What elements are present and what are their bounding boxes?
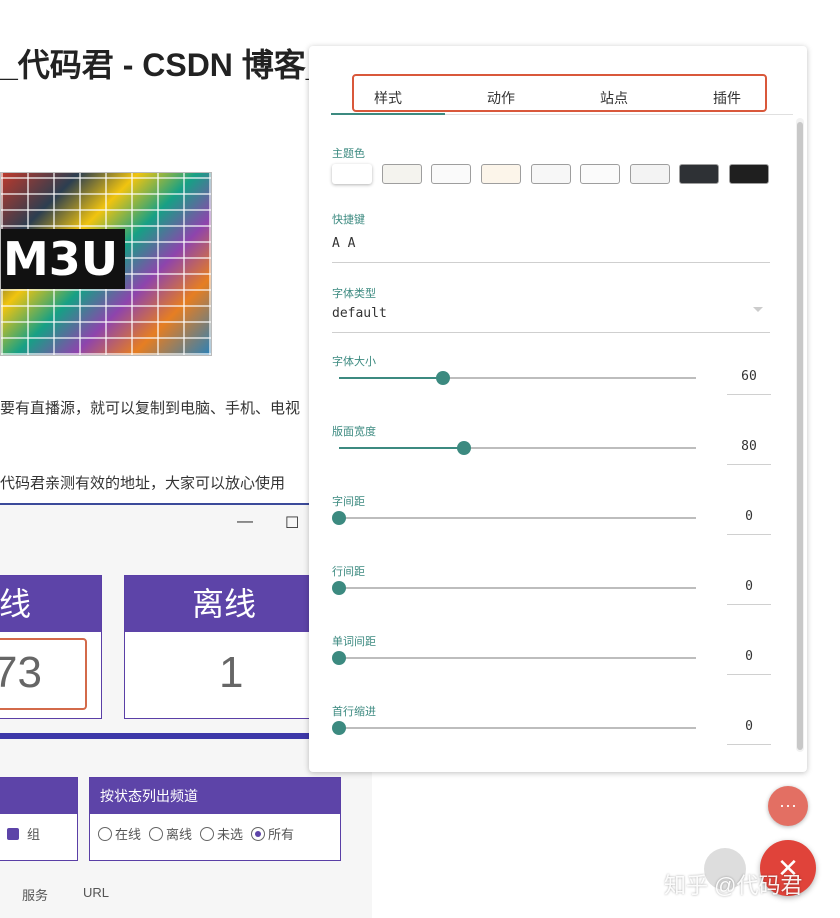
group-checkbox-icon[interactable] bbox=[7, 827, 19, 840]
slider-value-underline bbox=[727, 464, 771, 465]
radio-offline[interactable]: 离线 bbox=[149, 824, 192, 843]
slider-track[interactable] bbox=[332, 651, 696, 665]
slider-fill bbox=[339, 377, 443, 379]
article-paragraph-1: 要有直播源，就可以复制到电脑、手机、电视 bbox=[0, 400, 301, 417]
radio-all[interactable]: 所有 bbox=[251, 824, 294, 843]
slider-thumb[interactable] bbox=[435, 371, 450, 385]
slider-track[interactable] bbox=[332, 721, 696, 735]
online-status-card: 线 73 bbox=[0, 575, 102, 719]
minimize-icon[interactable]: — bbox=[237, 513, 253, 531]
m3u-logo-text: M3U bbox=[1, 229, 125, 289]
zhihu-watermark: 知乎 @代码君 bbox=[664, 873, 803, 898]
slider-value-underline bbox=[727, 674, 771, 675]
column-header-service[interactable]: 服务 bbox=[22, 885, 48, 904]
theme-swatch[interactable] bbox=[431, 164, 471, 184]
theme-swatch[interactable] bbox=[630, 164, 670, 184]
offline-card-header: 离线 bbox=[125, 576, 323, 632]
slider-value-input[interactable]: 0 bbox=[727, 579, 771, 594]
chevron-down-icon[interactable] bbox=[753, 307, 763, 312]
scrollbar-thumb[interactable] bbox=[797, 122, 803, 750]
slider-label: 单词间距 bbox=[332, 636, 376, 648]
font-type-select[interactable]: default bbox=[332, 306, 387, 321]
slider-label: 行间距 bbox=[332, 566, 365, 578]
slider-label: 版面宽度 bbox=[332, 426, 376, 438]
theme-swatch[interactable] bbox=[729, 164, 769, 184]
radio-circle-icon bbox=[149, 827, 164, 841]
slider-value-underline bbox=[727, 744, 771, 745]
slider-value-input[interactable]: 0 bbox=[727, 509, 771, 524]
slider-thumb[interactable] bbox=[332, 651, 346, 665]
slider-thumb[interactable] bbox=[332, 511, 346, 525]
slider-thumb[interactable] bbox=[332, 721, 346, 735]
shortcut-label: 快捷键 bbox=[332, 214, 365, 226]
column-header-url[interactable]: URL bbox=[83, 885, 109, 900]
active-tab-indicator bbox=[331, 113, 445, 115]
status-filter-panel: 按状态列出频道 在线 离线 未选 所有 bbox=[89, 777, 341, 861]
slider-label: 字间距 bbox=[332, 496, 365, 508]
theme-color-label: 主题色 bbox=[332, 148, 365, 160]
slider-label: 字体大小 bbox=[332, 356, 376, 368]
radio-circle-icon bbox=[98, 827, 112, 841]
font-type-label: 字体类型 bbox=[332, 288, 376, 300]
offline-count: 1 bbox=[219, 648, 244, 697]
offline-status-card: 离线 1 bbox=[124, 575, 324, 719]
slider-track[interactable] bbox=[332, 511, 696, 525]
slider-track[interactable] bbox=[332, 581, 696, 595]
slider-value-input[interactable]: 0 bbox=[727, 649, 771, 664]
slider-fill bbox=[339, 447, 464, 449]
slider-value-underline bbox=[727, 394, 771, 395]
status-filter-title: 按状态列出频道 bbox=[90, 778, 340, 814]
article-title: _代码君 - CSDN 博客_ bbox=[0, 47, 324, 83]
slider-value-underline bbox=[727, 604, 771, 605]
theme-swatch[interactable] bbox=[580, 164, 620, 184]
slider-thumb[interactable] bbox=[456, 441, 471, 455]
theme-swatch[interactable] bbox=[531, 164, 571, 184]
slider-track[interactable] bbox=[339, 371, 696, 385]
progress-bar bbox=[0, 733, 310, 739]
maximize-icon[interactable]: ☐ bbox=[285, 513, 299, 533]
theme-swatch[interactable] bbox=[332, 164, 372, 184]
radio-online[interactable]: 在线 bbox=[98, 824, 141, 843]
radio-circle-icon bbox=[200, 827, 215, 841]
slider-value-underline bbox=[727, 534, 771, 535]
group-filter-panel: 组 bbox=[0, 777, 78, 861]
shortcut-input[interactable]: A A bbox=[332, 236, 355, 251]
theme-swatch[interactable] bbox=[481, 164, 521, 184]
slider-value-input[interactable]: 0 bbox=[727, 719, 771, 734]
more-options-button[interactable]: ··· bbox=[768, 786, 808, 826]
m3u-channel-collage-image: M3U bbox=[0, 172, 212, 356]
theme-swatch[interactable] bbox=[382, 164, 422, 184]
article-paragraph-2: 代码君亲测有效的地址，大家可以放心使用 bbox=[0, 475, 286, 492]
radio-selected-icon bbox=[251, 827, 266, 841]
slider-value-input[interactable]: 80 bbox=[727, 439, 771, 454]
group-checkbox-label: 组 bbox=[27, 827, 41, 842]
reader-settings-panel: 样式 动作 站点 插件 主题色 快捷键 A A 字体类型 default 字体大… bbox=[309, 46, 807, 772]
slider-label: 首行缩进 bbox=[332, 706, 376, 718]
theme-swatch[interactable] bbox=[679, 164, 719, 184]
shortcut-underline bbox=[332, 262, 770, 263]
slider-thumb[interactable] bbox=[332, 581, 346, 595]
slider-track[interactable] bbox=[339, 441, 696, 455]
online-count: 73 bbox=[0, 648, 42, 697]
font-type-underline bbox=[332, 332, 770, 333]
tabs-highlight-box bbox=[352, 74, 767, 112]
radio-unselected[interactable]: 未选 bbox=[200, 824, 243, 843]
slider-value-input[interactable]: 60 bbox=[727, 369, 771, 384]
online-card-header: 线 bbox=[0, 576, 101, 632]
group-filter-header bbox=[0, 778, 77, 814]
